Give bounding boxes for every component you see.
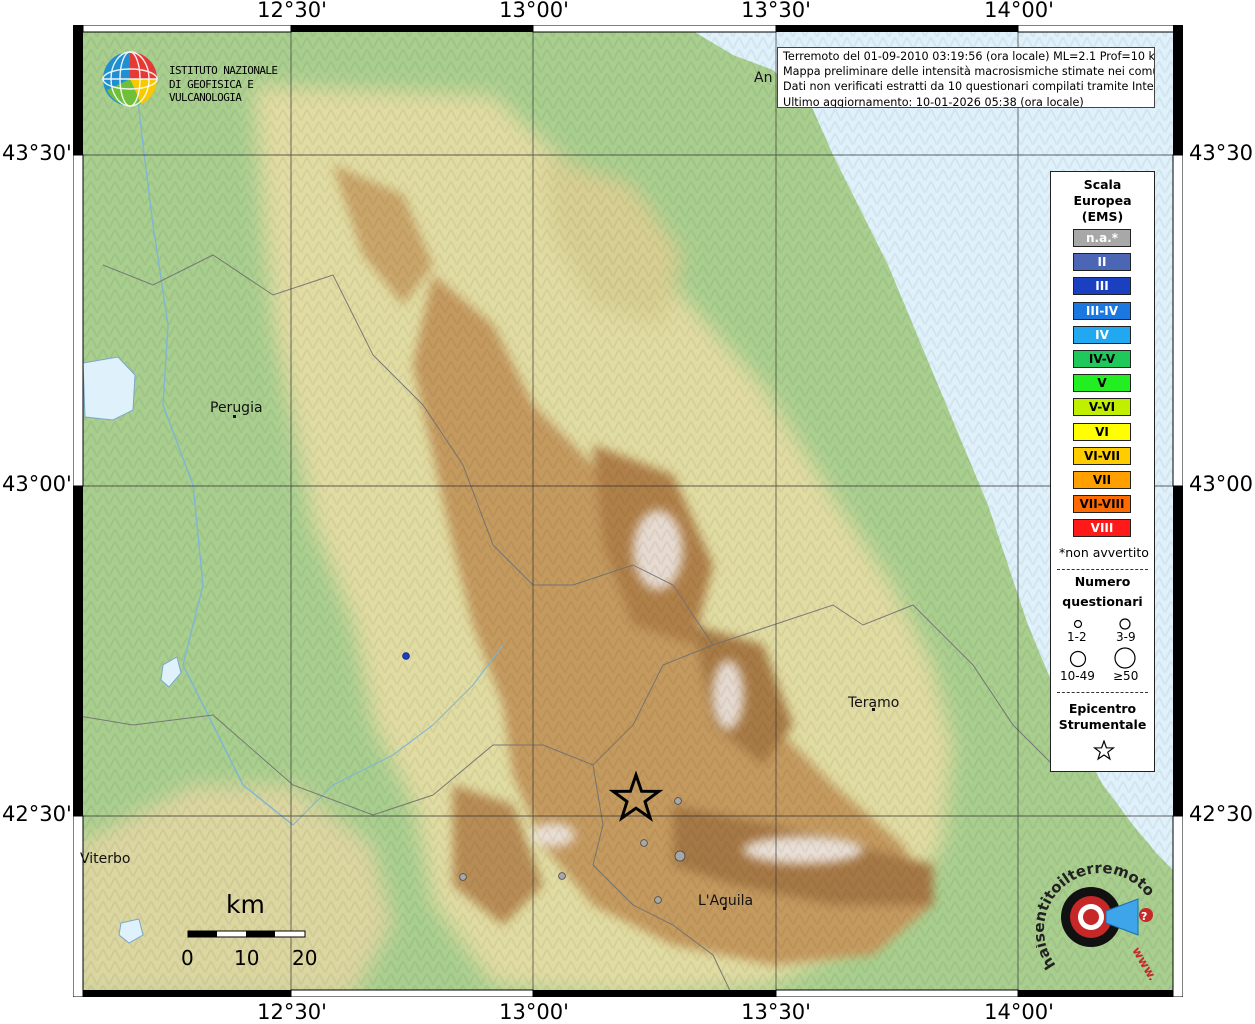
legend-swatch: IV xyxy=(1073,325,1131,344)
scale-bar-label-0: 0 xyxy=(181,946,194,970)
intensity-point-na[interactable] xyxy=(640,839,648,847)
legend-epicenter-line2: Strumentale xyxy=(1058,717,1147,732)
ems-legend: Scala Europea (EMS) n.a.* II III III-IV IV IV… xyxy=(1050,171,1155,772)
legend-divider xyxy=(1057,692,1148,693)
legend-title-line2: Europea xyxy=(1073,193,1132,208)
legend-title-line3: (EMS) xyxy=(1081,209,1124,224)
legend-epicenter-line1: Epicentro xyxy=(1068,701,1137,716)
intensity-point-na[interactable] xyxy=(459,873,467,881)
scale-bar xyxy=(187,930,306,938)
legend-swatch: V-VI xyxy=(1073,398,1131,417)
event-info-line1: Terremoto del 01-09-2010 03:19:56 (ora l… xyxy=(783,50,1155,63)
city-label-viterbo: Viterbo xyxy=(80,851,131,867)
scale-bar-unit: km xyxy=(226,890,265,919)
ingv-name-line1: ISTITUTO NAZIONALE xyxy=(169,64,278,77)
ingv-logo: ISTITUTO NAZIONALE DI GEOFISICA E VULCAN… xyxy=(101,50,321,108)
globe-logo-icon xyxy=(102,51,158,107)
count-circle-xlarge-icon xyxy=(1114,647,1136,669)
city-label-ancona: An xyxy=(754,70,773,86)
intensity-point-na[interactable] xyxy=(558,872,566,880)
relief-map[interactable] xyxy=(72,24,1184,998)
legend-count-title-line1: Numero xyxy=(1074,574,1131,589)
intensity-point-blue[interactable] xyxy=(402,652,410,660)
legend-swatch: II xyxy=(1073,253,1131,272)
lat-tick-left-4230: 42°30' xyxy=(2,802,72,826)
legend-swatch: V xyxy=(1073,374,1131,393)
city-marker-perugia xyxy=(233,415,236,418)
map-frame[interactable] xyxy=(72,24,1184,998)
lat-tick-left-4330: 43°30' xyxy=(2,141,72,165)
legend-title-line1: Scala xyxy=(1083,177,1122,192)
event-info-box: Terremoto del 01-09-2010 03:19:56 (ora l… xyxy=(777,47,1155,108)
intensity-point-na[interactable] xyxy=(654,896,662,904)
lon-tick-top-1230: 12°30' xyxy=(257,0,327,22)
legend-swatch: III-IV xyxy=(1073,301,1131,320)
ingv-name-line2: DI GEOFISICA E VULCANOLOGIA xyxy=(169,78,254,104)
scale-bar-label-20: 20 xyxy=(292,946,318,970)
legend-swatch: III xyxy=(1073,277,1131,296)
lon-tick-bottom-1400: 14°00' xyxy=(984,1000,1054,1024)
lon-tick-bottom-1230: 12°30' xyxy=(257,1000,327,1024)
city-label-perugia: Perugia xyxy=(210,400,263,416)
legend-swatch: n.a.* xyxy=(1073,229,1131,247)
haisentito-url-text: www. xyxy=(1129,945,1160,981)
lat-tick-right-4230: 42°30' xyxy=(1189,802,1255,826)
haisentito-logo-icon: haisentitoilterremoto.it ? www. xyxy=(1030,841,1160,984)
lat-tick-left-4300: 43°00' xyxy=(2,472,72,496)
city-marker-laquila xyxy=(723,907,726,910)
event-info-line4: Ultimo aggiornamento: 10-01-2026 05:38 (… xyxy=(783,95,1084,108)
scale-bar-label-10: 10 xyxy=(234,946,260,970)
intensity-point-na[interactable] xyxy=(674,797,682,805)
lon-tick-top-1400: 14°00' xyxy=(984,0,1054,22)
legend-count-50: ≥50 xyxy=(1113,669,1139,683)
lake-trasimeno xyxy=(82,356,136,421)
count-circle-medium-icon xyxy=(1119,618,1131,630)
legend-count-title-line2: questionari xyxy=(1062,594,1143,609)
legend-title: Scala Europea (EMS) xyxy=(1051,177,1154,225)
lat-tick-right-4330: 43°30' xyxy=(1189,141,1255,165)
haisentito-badge[interactable]: haisentitoilterremoto.it ? www. xyxy=(1030,841,1166,984)
legend-divider xyxy=(1057,569,1148,570)
legend-swatch: VIII xyxy=(1073,519,1131,538)
legend-count-3-9: 3-9 xyxy=(1116,630,1136,644)
legend-swatch: IV-V xyxy=(1073,350,1131,368)
legend-swatch: VII-VIII xyxy=(1073,495,1131,514)
svg-text:?: ? xyxy=(1141,910,1147,923)
legend-swatch: VII xyxy=(1073,471,1131,489)
intensity-point-na-large[interactable] xyxy=(674,850,686,862)
lon-tick-bottom-1330: 13°30' xyxy=(741,1000,811,1024)
city-marker-teramo xyxy=(872,708,875,711)
lon-tick-bottom-1300: 13°00' xyxy=(499,1000,569,1024)
legend-count-10-49: 10-49 xyxy=(1060,669,1095,683)
count-circle-small-icon xyxy=(1073,619,1083,629)
lon-tick-top-1330: 13°30' xyxy=(741,0,811,22)
event-info-line2: Mappa preliminare delle intensità macros… xyxy=(783,65,1155,79)
legend-not-felt: *non avvertito xyxy=(1059,545,1149,560)
count-circle-large-icon xyxy=(1069,650,1087,668)
legend-swatch: VI-VII xyxy=(1073,446,1131,465)
event-info-line3: Dati non verificati estratti da 10 quest… xyxy=(783,80,1155,94)
lat-tick-right-4300: 43°00' xyxy=(1189,472,1255,496)
lon-tick-top-1300: 13°00' xyxy=(499,0,569,22)
legend-epicenter-star-icon xyxy=(1093,740,1115,761)
legend-count-1-2: 1-2 xyxy=(1067,630,1087,644)
legend-swatch: VI xyxy=(1073,422,1131,441)
